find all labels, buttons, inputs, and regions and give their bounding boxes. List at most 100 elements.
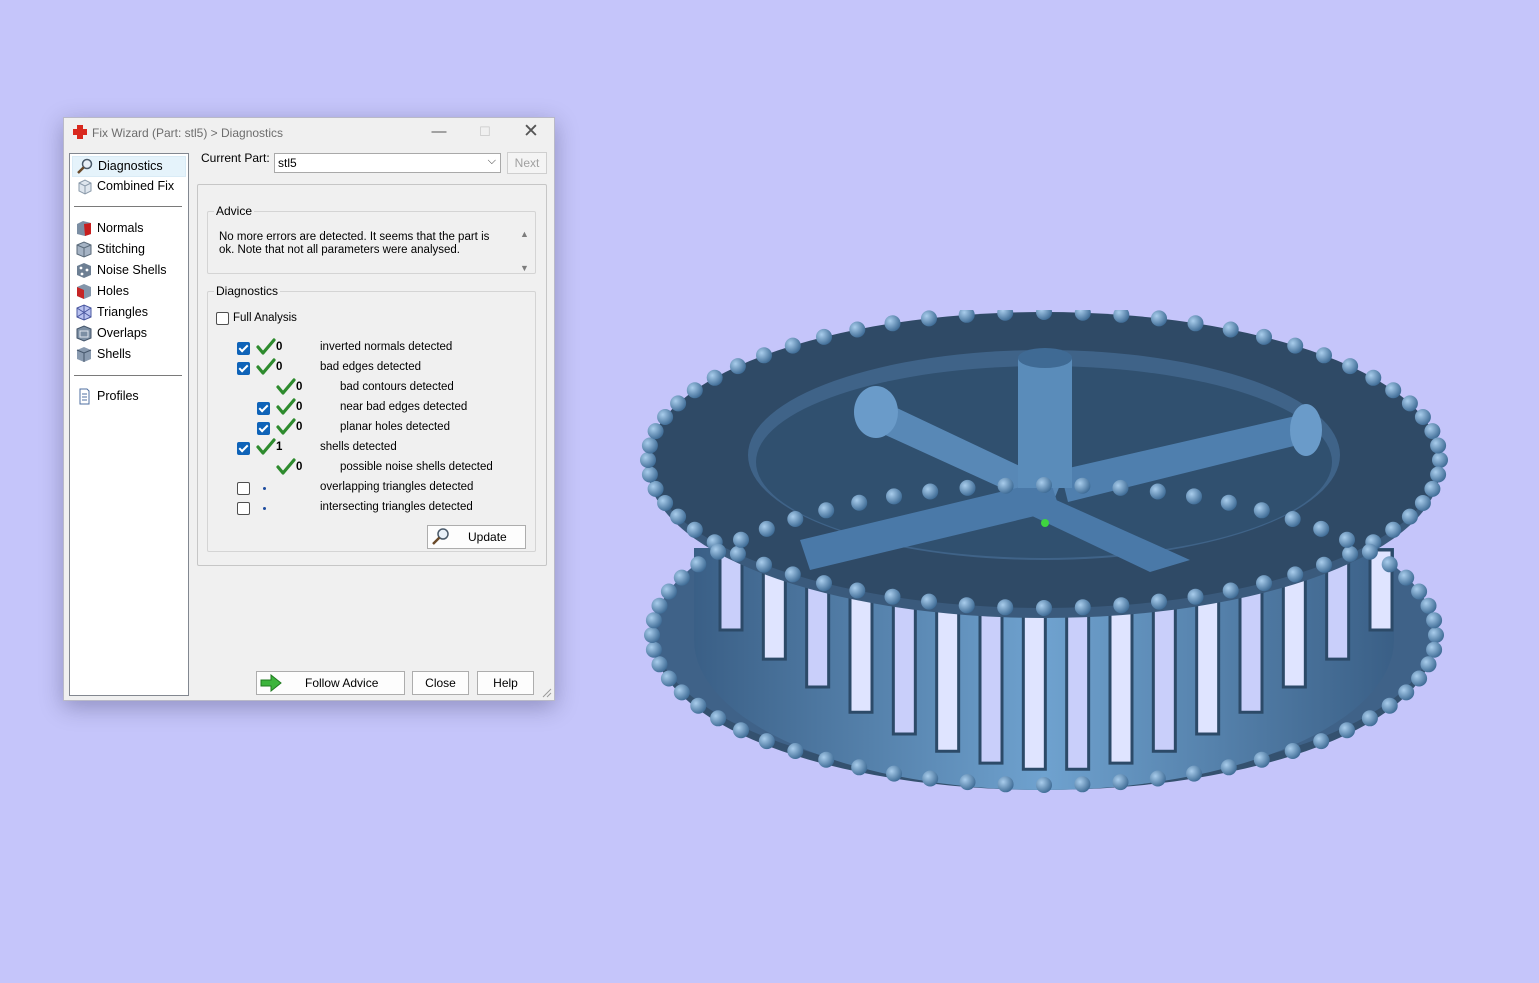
gear-tooth (1432, 452, 1448, 468)
3d-model-viewport[interactable] (630, 310, 1460, 840)
gear-tooth (758, 520, 775, 537)
diagnostic-checkbox[interactable] (237, 442, 250, 455)
gear-tooth (1424, 480, 1441, 497)
gear-tooth (1414, 495, 1431, 511)
update-label: Update (468, 530, 507, 544)
gear-tooth (1361, 543, 1378, 560)
nav-item-normals[interactable]: Normals (72, 219, 184, 238)
gear-tooth (670, 395, 687, 412)
nav-item-stitching[interactable]: Stitching (72, 240, 184, 259)
green-checkmark-icon (256, 438, 276, 455)
normals-icon (77, 221, 91, 236)
diagnostic-checkbox[interactable] (237, 342, 250, 355)
gear-tooth (886, 488, 902, 505)
gear-tooth (1420, 656, 1437, 673)
gear-tooth (733, 722, 749, 739)
gear-tooth (959, 774, 976, 791)
nav-item-profiles[interactable]: Profiles (72, 387, 184, 406)
nav-item-noise-shells[interactable]: Noise Shells (72, 261, 184, 280)
gear-tooth (690, 697, 707, 714)
update-button[interactable]: Update (427, 525, 526, 549)
full-analysis-checkbox[interactable] (216, 312, 229, 325)
gear-tooth (1426, 612, 1443, 629)
current-part-select[interactable]: stl5 ⌵ (274, 153, 501, 173)
magnifier-icon (77, 158, 93, 174)
resize-grip-icon[interactable] (542, 688, 552, 698)
gear-tooth (1220, 494, 1237, 511)
diagnostic-checkbox[interactable] (257, 402, 270, 415)
close-button[interactable]: Close (412, 671, 469, 695)
nav-item-diagnostics[interactable]: Diagnostics (72, 156, 186, 177)
gear-tooth (1316, 556, 1332, 573)
title-bar[interactable]: Fix Wizard (Part: stl5) > Diagnostics — … (64, 118, 554, 148)
maximize-button[interactable]: ☐ (462, 118, 508, 146)
green-arrow-right-icon (260, 674, 282, 692)
diagnostic-label: intersecting triangles detected (320, 501, 473, 513)
gear-tooth (1149, 483, 1166, 500)
gear-tooth (1113, 597, 1130, 614)
diagnostic-count: 1 (276, 441, 283, 453)
gear-tooth (651, 597, 668, 614)
nav-item-triangles[interactable]: Triangles (72, 303, 184, 322)
nav-item-combined-fix[interactable]: Combined Fix (72, 177, 184, 196)
minimize-button[interactable]: — (416, 118, 462, 146)
green-checkmark-icon (256, 358, 276, 375)
gear-tooth (1284, 511, 1301, 527)
gear-tooth (657, 495, 674, 511)
gear-tooth (997, 599, 1014, 616)
nav-item-label: Stitching (97, 242, 145, 256)
advice-scrollbar[interactable]: ▲ ▼ (518, 227, 533, 277)
gear-tooth (958, 597, 975, 614)
gear-tooth (1426, 641, 1443, 658)
close-window-button[interactable]: ✕ (508, 118, 554, 146)
gear-tooth (1385, 521, 1402, 538)
gear-tooth (1284, 743, 1301, 759)
gear-tooth (849, 321, 866, 338)
nav-item-overlaps[interactable]: Overlaps (72, 324, 184, 343)
scroll-up-arrow-icon[interactable]: ▲ (520, 229, 529, 239)
gear-tooth (756, 556, 772, 573)
diagnostic-checkbox[interactable] (237, 362, 250, 375)
green-checkmark-icon (276, 458, 296, 475)
gear-tooth (1398, 684, 1415, 701)
gear-tooth (1398, 569, 1415, 586)
holes-icon (77, 284, 91, 299)
diagnostic-label: shells detected (320, 441, 397, 453)
diagnostic-label: overlapping triangles detected (320, 481, 474, 493)
diagnostics-legend: Diagnostics (216, 284, 279, 298)
advice-group: Advice No more errors are detected. It s… (207, 204, 536, 274)
gear-tooth (1313, 733, 1330, 750)
gear-tooth (1036, 777, 1052, 793)
gear-tooth (1424, 423, 1441, 440)
gear-tooth (1381, 697, 1398, 714)
diagnostic-label: near bad edges detected (340, 401, 468, 413)
fix-step-list: Diagnostics Combined Fix Normals Stitchi… (69, 153, 189, 696)
diagnostic-count: 0 (296, 401, 303, 413)
nav-item-shells[interactable]: Shells (72, 345, 184, 364)
follow-advice-button[interactable]: Follow Advice (256, 671, 405, 695)
help-button[interactable]: Help (477, 671, 534, 695)
diagnostic-checkbox[interactable] (237, 502, 250, 515)
gear-tooth (1414, 409, 1431, 425)
scroll-down-arrow-icon[interactable]: ▼ (520, 263, 529, 273)
gear-tooth (1365, 369, 1382, 386)
gear-tooth (1253, 751, 1270, 768)
gear-tooth (1222, 582, 1239, 599)
gear-tooth (1411, 583, 1428, 600)
gear-tooth (690, 556, 707, 573)
gear-tooth (851, 759, 868, 776)
follow-advice-label: Follow Advice (305, 676, 379, 690)
diagnostics-panel: Advice No more errors are detected. It s… (197, 184, 547, 566)
diagnostic-checkbox[interactable] (237, 482, 250, 495)
next-button[interactable]: Next (507, 152, 547, 174)
gear-tooth (1313, 520, 1330, 537)
gear-tooth (645, 612, 662, 629)
gear-tooth (1222, 321, 1239, 338)
diagnostic-checkbox[interactable] (257, 422, 270, 435)
nav-item-holes[interactable]: Holes (72, 282, 184, 301)
nav-item-label: Triangles (97, 305, 148, 319)
gear-tooth (1220, 759, 1237, 776)
gear-tooth (729, 358, 746, 375)
gear-tooth (1151, 310, 1167, 327)
fix-wizard-dialog: Fix Wizard (Part: stl5) > Diagnostics — … (63, 117, 555, 701)
